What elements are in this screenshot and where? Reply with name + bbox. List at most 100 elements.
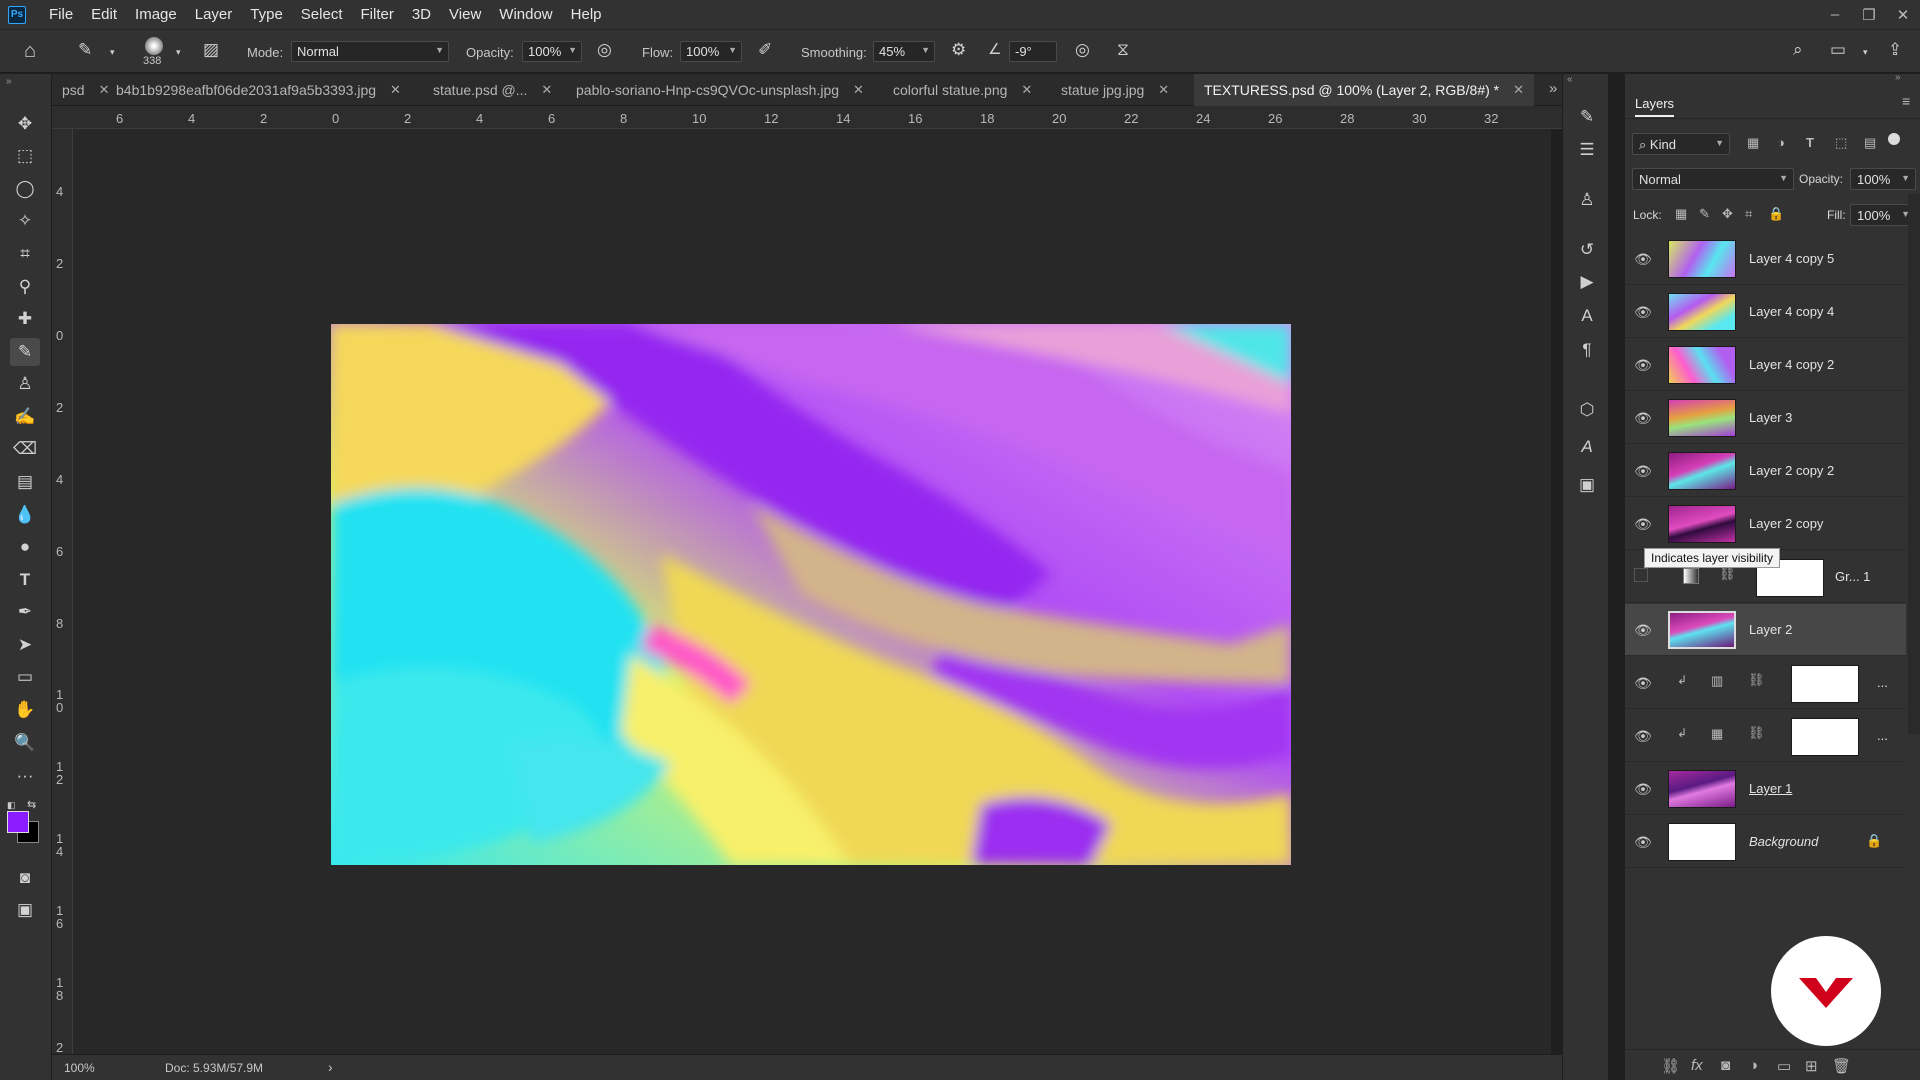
- path-selection-tool-icon[interactable]: ➤: [10, 631, 40, 659]
- menu-file[interactable]: File: [40, 0, 82, 29]
- type-filter-icon[interactable]: T: [1806, 135, 1814, 150]
- visibility-empty-box[interactable]: [1634, 568, 1648, 582]
- adjustment-layer-row[interactable]: 👁 ↲ ▥ ⛓ ...: [1625, 657, 1906, 709]
- layer-row[interactable]: 👁 Layer 2 copy 2: [1625, 445, 1906, 497]
- blend-mode-select[interactable]: Normal ▼: [1632, 168, 1794, 190]
- blur-tool-icon[interactable]: 💧: [10, 501, 40, 529]
- visibility-eye-icon[interactable]: 👁: [1634, 409, 1652, 427]
- tab-document[interactable]: statue.psd @... ✕: [423, 74, 562, 106]
- link-icon[interactable]: ⛓: [1748, 725, 1765, 741]
- angle-field[interactable]: -9°: [1009, 41, 1057, 62]
- lock-position-icon[interactable]: ✥: [1722, 206, 1733, 222]
- actions-panel-icon[interactable]: ▶: [1574, 269, 1600, 295]
- adjustments-panel-icon[interactable]: ☰: [1574, 137, 1600, 163]
- layer-name[interactable]: ...: [1877, 728, 1888, 743]
- search-icon[interactable]: ⌕: [1793, 40, 1803, 60]
- layer-filter-select[interactable]: ⌕ Kind ▼: [1632, 133, 1730, 155]
- menu-help[interactable]: Help: [562, 0, 611, 29]
- stamp-tool-icon[interactable]: ♙: [10, 370, 40, 398]
- pressure-opacity-icon[interactable]: ◎: [597, 40, 612, 60]
- adjustment-layer-row[interactable]: 👁 ↲ ▦ ⛓ ...: [1625, 710, 1906, 762]
- lock-transparency-icon[interactable]: ▦: [1675, 206, 1687, 222]
- visibility-eye-icon[interactable]: 👁: [1634, 621, 1652, 639]
- layer-name[interactable]: Layer 4 copy 4: [1749, 304, 1834, 319]
- layer-name[interactable]: ...: [1877, 675, 1888, 690]
- foreground-color-swatch[interactable]: [7, 811, 29, 833]
- properties-panel-icon[interactable]: ▣: [1574, 472, 1600, 498]
- eyedropper-tool-icon[interactable]: ⚲: [10, 273, 40, 301]
- 3d-panel-icon[interactable]: ⬡: [1574, 397, 1600, 423]
- visibility-eye-icon[interactable]: 👁: [1634, 515, 1652, 533]
- chevron-down-icon[interactable]: ▾: [1863, 47, 1868, 58]
- new-group-icon[interactable]: ▭: [1777, 1057, 1791, 1075]
- tab-document[interactable]: statue jpg.jpg ✕: [1051, 74, 1179, 106]
- new-layer-icon[interactable]: ⊞: [1805, 1057, 1818, 1075]
- chevron-down-icon[interactable]: ▾: [110, 47, 115, 58]
- document-artwork[interactable]: [331, 324, 1291, 865]
- layer-mask-thumbnail[interactable]: [1791, 718, 1859, 756]
- share-icon[interactable]: ⇪: [1888, 40, 1902, 60]
- crop-tool-icon[interactable]: ⌗: [10, 240, 40, 268]
- close-icon[interactable]: ✕: [853, 82, 864, 98]
- character-panel-icon[interactable]: A: [1574, 303, 1600, 329]
- zoom-tool-icon[interactable]: 🔍: [10, 729, 40, 757]
- layer-opacity-field[interactable]: 100% ▼: [1850, 168, 1916, 190]
- close-icon[interactable]: ✕: [1021, 82, 1032, 98]
- layer-name[interactable]: Gr... 1: [1835, 569, 1870, 584]
- visibility-eye-icon[interactable]: 👁: [1634, 833, 1652, 851]
- close-button[interactable]: ✕: [1886, 0, 1920, 29]
- collapse-icon[interactable]: »: [1895, 72, 1901, 83]
- visibility-eye-icon[interactable]: 👁: [1634, 303, 1652, 321]
- visibility-eye-icon[interactable]: 👁: [1634, 356, 1652, 374]
- lock-artboard-icon[interactable]: ⌗: [1745, 206, 1752, 222]
- tab-document[interactable]: pablo-soriano-Hnp-cs9QVOc-unsplash.jpg ✕: [566, 74, 874, 106]
- layer-row-selected[interactable]: 👁 Layer 2: [1625, 604, 1906, 656]
- hand-tool-icon[interactable]: ✋: [10, 696, 40, 724]
- menu-filter[interactable]: Filter: [352, 0, 403, 29]
- new-adjustment-icon[interactable]: ◑: [1749, 1057, 1758, 1074]
- layer-row[interactable]: 👁 Layer 1: [1625, 763, 1906, 815]
- shape-tool-icon[interactable]: ▭: [10, 663, 40, 691]
- brush-settings-icon[interactable]: ▨: [203, 40, 219, 60]
- default-colors-icon[interactable]: ◧: [7, 800, 16, 811]
- menu-image[interactable]: Image: [126, 0, 186, 29]
- link-icon[interactable]: ⛓: [1719, 566, 1736, 582]
- history-panel-icon[interactable]: ↺: [1574, 237, 1600, 263]
- glyphs-panel-icon[interactable]: A: [1574, 434, 1600, 460]
- adjustment-filter-icon[interactable]: ◑: [1777, 135, 1785, 150]
- close-icon[interactable]: ✕: [541, 82, 552, 98]
- brush-tool-icon[interactable]: ✎: [10, 338, 40, 366]
- tab-document[interactable]: b4b1b9298eafbf06de2031af9a5b3393.jpg ✕: [106, 74, 411, 106]
- tab-active-document[interactable]: TEXTURESS.psd @ 100% (Layer 2, RGB/8#) *…: [1194, 74, 1535, 106]
- visibility-eye-icon[interactable]: 👁: [1634, 727, 1652, 745]
- pixel-filter-icon[interactable]: ▦: [1747, 135, 1759, 151]
- lock-pixels-icon[interactable]: ✎: [1699, 206, 1710, 222]
- background-layer-row[interactable]: 👁 Background 🔒: [1625, 816, 1906, 868]
- menu-3d[interactable]: 3D: [403, 0, 440, 29]
- menu-view[interactable]: View: [440, 0, 490, 29]
- lock-all-icon[interactable]: 🔒: [1768, 206, 1784, 222]
- visibility-eye-icon[interactable]: 👁: [1634, 462, 1652, 480]
- smart-object-filter-icon[interactable]: ▤: [1864, 135, 1876, 151]
- history-brush-tool-icon[interactable]: ✍: [10, 403, 40, 431]
- dodge-tool-icon[interactable]: ●: [10, 533, 40, 561]
- tabs-overflow-icon[interactable]: »: [1549, 80, 1557, 97]
- menu-window[interactable]: Window: [490, 0, 561, 29]
- link-icon[interactable]: ⛓: [1748, 672, 1765, 688]
- brush-tool-icon[interactable]: ✎: [78, 40, 92, 60]
- flow-field[interactable]: 100% ▼: [680, 41, 742, 62]
- healing-brush-tool-icon[interactable]: ✚: [10, 305, 40, 333]
- brush-settings-panel-icon[interactable]: ✎: [1574, 104, 1600, 130]
- pen-tool-icon[interactable]: ✒: [10, 598, 40, 626]
- symmetry-icon[interactable]: ⧖: [1117, 40, 1129, 60]
- menu-type[interactable]: Type: [241, 0, 292, 29]
- layer-mask-thumbnail[interactable]: [1791, 665, 1859, 703]
- layer-name[interactable]: Layer 4 copy 5: [1749, 251, 1834, 266]
- shape-filter-icon[interactable]: ⬚: [1835, 135, 1847, 151]
- layer-row[interactable]: 👁 Layer 2 copy: [1625, 498, 1906, 550]
- fill-field[interactable]: 100% ▼: [1850, 204, 1916, 226]
- magic-wand-tool-icon[interactable]: ✧: [10, 207, 40, 235]
- menu-select[interactable]: Select: [292, 0, 352, 29]
- mode-select[interactable]: Normal ▼: [291, 41, 449, 62]
- add-mask-icon[interactable]: ◙: [1721, 1057, 1730, 1074]
